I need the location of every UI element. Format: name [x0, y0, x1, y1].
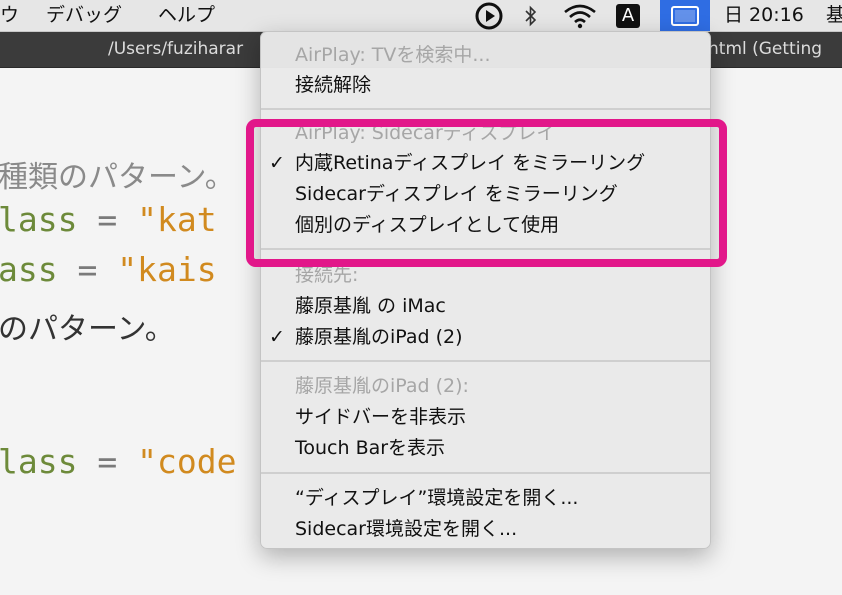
editor-line-1: 種類のパターン。 [0, 160, 235, 195]
code-operator: = [57, 250, 118, 289]
menu-bar: ウ デバッグ ヘルプ A 日 20:16 基 [0, 0, 842, 32]
menu-item-hide-sidebar[interactable]: サイドバーを非表示 [261, 402, 710, 432]
checkmark-icon: ✓ [269, 326, 285, 348]
code-operator: = [77, 200, 138, 239]
play-circle-icon[interactable] [472, 0, 506, 31]
menu-bar-trailing-item[interactable]: 基 [826, 0, 842, 31]
menu-item-device-ipad[interactable]: ✓ 藤原基胤のiPad (2) [261, 322, 710, 352]
menu-item-debug[interactable]: デバッグ [46, 0, 122, 31]
editor-line-4: のパターン。 [0, 312, 175, 347]
code-keyword: lass [0, 200, 78, 239]
menu-separator [261, 472, 710, 474]
menu-item-label: 接続解除 [295, 74, 372, 96]
menu-header-label: 藤原基胤のiPad (2): [295, 375, 469, 397]
menu-separator [261, 360, 710, 362]
menu-item-label: “ディスプレイ”環境設定を開く... [295, 487, 579, 509]
airplay-display-icon[interactable] [660, 0, 710, 31]
menu-header-airplay-tv: AirPlay: TVを検索中... [261, 40, 710, 70]
wifi-icon[interactable] [560, 0, 600, 31]
menu-item-open-sidecar-prefs[interactable]: Sidecar環境設定を開く... [261, 514, 710, 544]
input-source-label: A [616, 3, 640, 28]
code-string: "code [137, 442, 237, 481]
input-source-icon[interactable]: A [614, 0, 642, 31]
code-string: "kais [117, 250, 217, 289]
menu-item-window[interactable]: ウ [0, 0, 19, 31]
menu-header-ipad: 藤原基胤のiPad (2): [261, 371, 710, 401]
menu-item-show-touch-bar[interactable]: Touch Barを表示 [261, 433, 710, 463]
code-keyword: lass [0, 442, 78, 481]
airplay-dropdown-menu: AirPlay: TVを検索中... 接続解除 AirPlay: Sidecar… [260, 31, 711, 549]
menu-separator [261, 108, 710, 110]
screen: ウ デバッグ ヘルプ A 日 20:16 基 /Users/fuziharar … [0, 0, 842, 595]
menu-item-help[interactable]: ヘルプ [158, 0, 215, 31]
menu-item-label: Sidecar環境設定を開く... [295, 518, 518, 540]
menu-bar-clock[interactable]: 日 20:16 [724, 0, 804, 31]
menu-item-label: 藤原基胤 の iMac [295, 295, 446, 317]
window-title-left: /Users/fuziharar [108, 39, 244, 59]
bluetooth-icon[interactable] [518, 0, 544, 31]
code-operator: = [77, 442, 138, 481]
code-keyword: ass [0, 250, 58, 289]
menu-item-label: Touch Barを表示 [295, 437, 446, 459]
menu-item-label: 藤原基胤のiPad (2) [295, 326, 463, 348]
code-string: "kat [137, 200, 217, 239]
menu-item-open-display-prefs[interactable]: “ディスプレイ”環境設定を開く... [261, 483, 710, 513]
menu-item-disconnect[interactable]: 接続解除 [261, 70, 710, 100]
editor-line-5: lass = "code [0, 442, 236, 481]
menu-item-device-imac[interactable]: 藤原基胤 の iMac [261, 291, 710, 321]
editor-line-3: ass = "kais [0, 250, 217, 289]
annotation-highlight-box [246, 119, 727, 267]
editor-line-2: lass = "kat [0, 200, 217, 239]
menu-header-label: AirPlay: TVを検索中... [295, 44, 491, 66]
menu-item-label: サイドバーを非表示 [295, 406, 467, 428]
window-title-right: html (Getting [708, 39, 823, 59]
